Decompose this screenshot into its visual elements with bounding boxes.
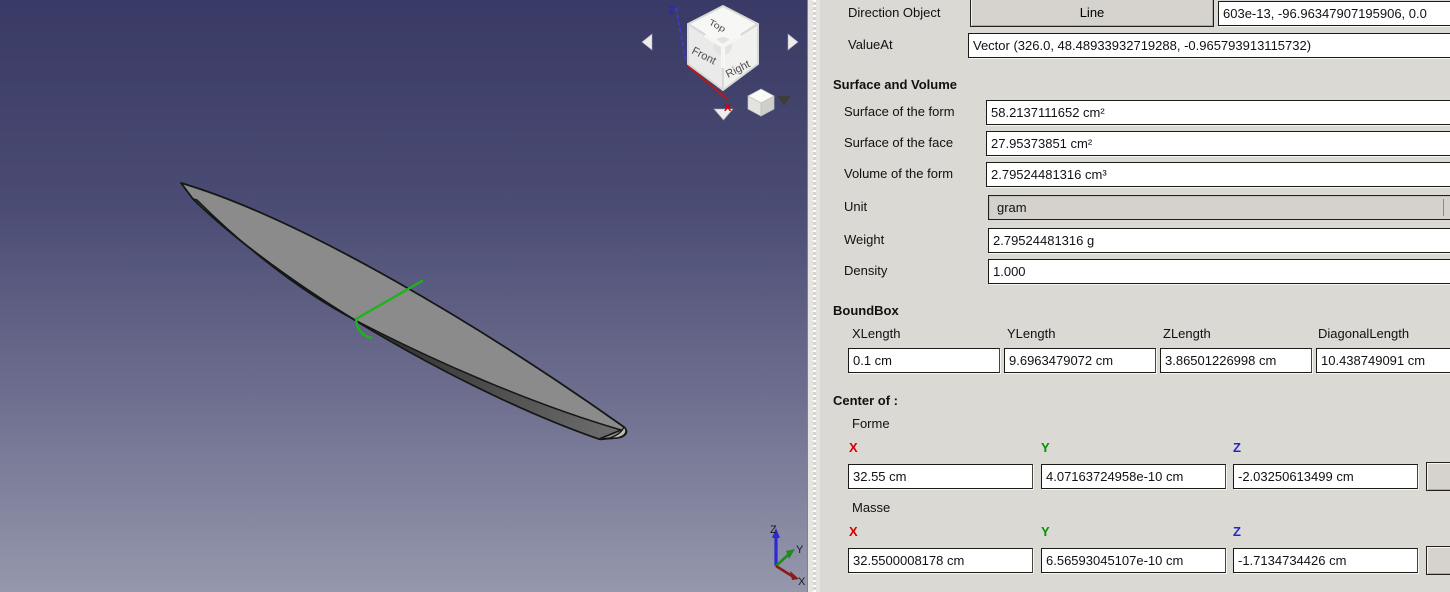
forme-x-label: X [849, 440, 858, 455]
unit-value: gram [997, 200, 1027, 215]
surface-face-label: Surface of the face [844, 135, 953, 150]
density-field[interactable]: 1.000 [988, 259, 1450, 284]
boundbox-header: BoundBox [833, 303, 899, 318]
volume-form-field[interactable]: 2.79524481316 cm³ [986, 162, 1450, 187]
3d-viewport[interactable]: Z X Top Front Right Z Y X [0, 0, 807, 592]
forme-z-field[interactable]: -2.03250613499 cm [1233, 464, 1418, 489]
masse-y-label: Y [1041, 524, 1050, 539]
surface-form-label: Surface of the form [844, 104, 955, 119]
ylength-label: YLength [1007, 326, 1055, 341]
unit-label: Unit [844, 199, 867, 214]
density-label: Density [844, 263, 887, 278]
surface-form-field[interactable]: 58.2137111652 cm² [986, 100, 1450, 125]
zlength-label: ZLength [1163, 326, 1211, 341]
masse-z-label: Z [1233, 524, 1241, 539]
ylength-field[interactable]: 9.6963479072 cm [1004, 348, 1156, 373]
axis-indicator: Z Y X [750, 520, 806, 590]
forme-extra-button[interactable] [1426, 462, 1450, 491]
volume-form-label: Volume of the form [844, 166, 953, 181]
forme-y-label: Y [1041, 440, 1050, 455]
forme-z-label: Z [1233, 440, 1241, 455]
diagonallength-label: DiagonalLength [1318, 326, 1409, 341]
surface-volume-header: Surface and Volume [833, 77, 957, 92]
masse-y-field[interactable]: 6.56593045107e-10 cm [1041, 548, 1226, 573]
masse-x-field[interactable]: 32.5500008178 cm [848, 548, 1033, 573]
navigation-cube[interactable]: Top Front Right [688, 6, 758, 90]
center-of-header: Center of : [833, 393, 898, 408]
panel-splitter[interactable] [807, 0, 820, 592]
masse-label: Masse [852, 500, 890, 515]
forme-y-field[interactable]: 4.07163724958e-10 cm [1041, 464, 1226, 489]
surface-face-field[interactable]: 27.95373851 cm² [986, 131, 1450, 156]
cube-z-axis-label: Z [668, 5, 675, 17]
forme-x-field[interactable]: 32.55 cm [848, 464, 1033, 489]
xlength-label: XLength [852, 326, 900, 341]
weight-field[interactable]: 2.79524481316 g [988, 228, 1450, 253]
combo-dropdown-separator [1443, 199, 1444, 216]
direction-object-field[interactable]: 603e-13, -96.96347907195906, 0.0 [1218, 1, 1450, 26]
navcube-menu-dropdown-icon[interactable] [777, 96, 791, 106]
masse-x-label: X [849, 524, 858, 539]
navcube-menu-cube-icon[interactable] [748, 89, 774, 116]
value-at-label: ValueAt [848, 37, 893, 52]
masse-extra-button[interactable] [1426, 546, 1450, 575]
value-at-field[interactable]: Vector (326.0, 48.48933932719288, -0.965… [968, 33, 1450, 58]
rotate-left-arrow-icon[interactable] [642, 34, 652, 50]
axis-x-label: X [798, 576, 806, 588]
cube-x-axis-label: X [724, 102, 732, 114]
diagonallength-field[interactable]: 10.438749091 cm [1316, 348, 1450, 373]
masse-z-field[interactable]: -1.7134734426 cm [1233, 548, 1418, 573]
zlength-field[interactable]: 3.86501226998 cm [1160, 348, 1312, 373]
forme-label: Forme [852, 416, 890, 431]
geometry-check-panel: Direction Object Line 603e-13, -96.96347… [820, 0, 1450, 592]
freecad-window: { "viewport": { "navcube": { "top": "Top… [0, 0, 1450, 592]
direction-object-label: Direction Object [848, 5, 940, 20]
xlength-field[interactable]: 0.1 cm [848, 348, 1000, 373]
direction-object-button[interactable]: Line [970, 0, 1214, 27]
axis-y-label: Y [796, 544, 804, 556]
weight-label: Weight [844, 232, 884, 247]
axis-z-label: Z [770, 524, 777, 536]
hull-deck[interactable] [181, 183, 626, 439]
cube-z-axis-line [676, 8, 686, 62]
rotate-right-arrow-icon[interactable] [788, 34, 798, 50]
unit-combobox[interactable]: gram [988, 195, 1450, 220]
navigation-cube-area[interactable]: Z X Top Front Right [640, 0, 800, 126]
